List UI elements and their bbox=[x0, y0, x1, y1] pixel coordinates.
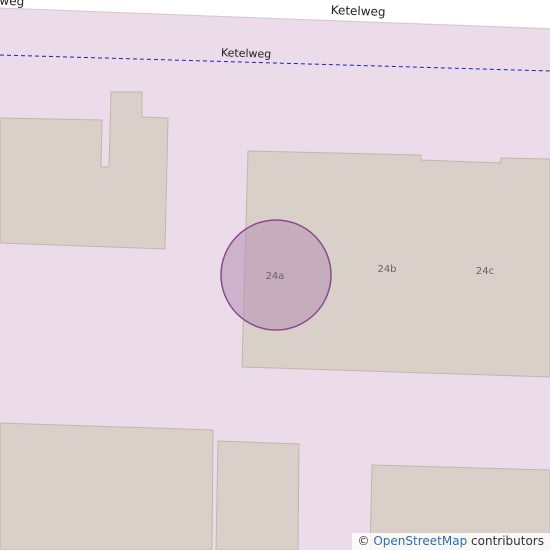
house-number-24b: 24b bbox=[377, 264, 396, 275]
openstreetmap-link[interactable]: OpenStreetMap bbox=[373, 534, 467, 548]
copyright-symbol: © bbox=[357, 534, 370, 548]
boundary-label: Ketelweg bbox=[221, 46, 272, 60]
attribution-suffix: contributors bbox=[467, 534, 544, 548]
building-south-middle[interactable] bbox=[215, 440, 300, 550]
house-number-24a: 24a bbox=[266, 271, 285, 282]
map-canvas: Ketelweg lweg Ketelweg 24a 24b 24c bbox=[0, 0, 550, 550]
map-attribution: © OpenStreetMap contributors bbox=[351, 533, 550, 550]
building-southwest[interactable] bbox=[0, 422, 214, 550]
road-label-partial: lweg bbox=[0, 0, 24, 8]
house-number-24c: 24c bbox=[476, 266, 494, 277]
road-label-ketelweg: Ketelweg bbox=[330, 3, 385, 19]
map-view[interactable]: Ketelweg lweg Ketelweg 24a 24b 24c © Ope… bbox=[0, 0, 550, 550]
